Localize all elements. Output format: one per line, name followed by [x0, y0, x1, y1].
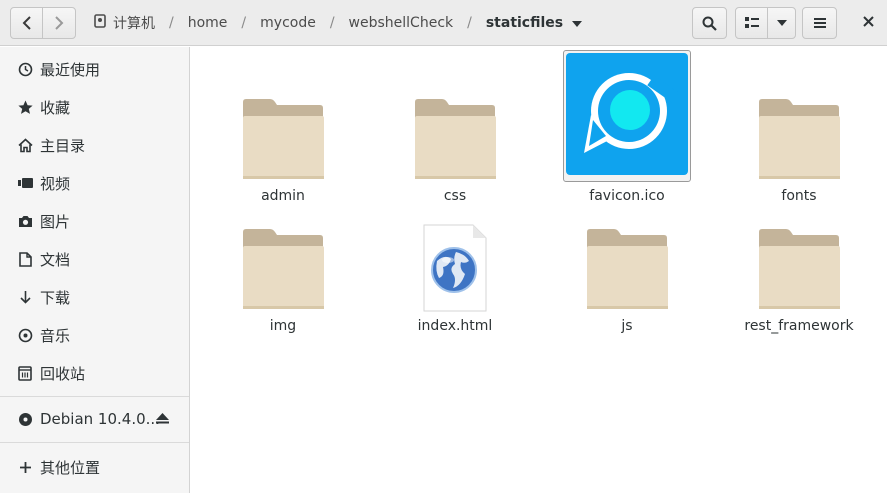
eject-icon[interactable] [156, 410, 169, 428]
html-file-icon [391, 184, 519, 312]
sidebar-item-label: 文档 [40, 250, 71, 269]
sidebar-item-label: 其他位置 [40, 458, 101, 477]
go-next-icon [54, 16, 64, 30]
download-icon [17, 289, 33, 305]
sidebar-item-label: 音乐 [40, 326, 71, 345]
search-icon [702, 16, 717, 31]
go-previous-icon [22, 16, 32, 30]
star-icon [17, 99, 33, 115]
sidebar-item-label: 收藏 [40, 98, 71, 117]
sidebar-item-videos[interactable]: 视频 [0, 164, 189, 202]
sidebar-item-label: 最近使用 [40, 60, 101, 79]
breadcrumb-separator: / [467, 15, 472, 31]
sidebar-item-label: 图片 [40, 212, 71, 231]
sidebar-item-trash[interactable]: 回收站 [0, 354, 189, 392]
drive-icon [94, 14, 106, 32]
file-label: js [621, 318, 633, 334]
image-thumbnail-icon [563, 50, 691, 182]
breadcrumb-home[interactable]: home [186, 7, 230, 39]
file-item-rest-framework[interactable]: rest_framework [729, 184, 869, 334]
thumbnail-frame [563, 50, 691, 182]
sidebar-item-starred[interactable]: 收藏 [0, 88, 189, 126]
back-button[interactable] [10, 7, 43, 39]
disc-icon [17, 411, 33, 427]
camera-icon [17, 213, 33, 229]
sidebar-divider [0, 442, 189, 443]
breadcrumb-label: webshellCheck [348, 15, 454, 31]
music-icon [17, 327, 33, 343]
home-icon [17, 137, 33, 153]
file-item-index-html[interactable]: index.html [385, 184, 525, 334]
breadcrumb-label: home [187, 15, 228, 31]
sidebar-item-recent[interactable]: 最近使用 [0, 50, 189, 88]
sidebar-item-label: 下载 [40, 288, 71, 307]
file-item-admin[interactable]: admin [213, 54, 353, 204]
list-view-icon [744, 17, 759, 29]
video-icon [17, 175, 33, 191]
sidebar-item-documents[interactable]: 文档 [0, 240, 189, 278]
plus-icon [17, 459, 33, 475]
close-icon [862, 15, 874, 31]
file-item-css[interactable]: css [385, 54, 525, 204]
breadcrumb: 计算机 / home / mycode / webshellCheck / st… [92, 7, 584, 39]
sidebar-item-downloads[interactable]: 下载 [0, 278, 189, 316]
main-menu-button[interactable] [802, 7, 837, 39]
breadcrumb-label: mycode [260, 15, 316, 31]
sidebar-item-device[interactable]: Debian 10.4.0... [0, 400, 189, 438]
sidebar-item-music[interactable]: 音乐 [0, 316, 189, 354]
sidebar-item-home[interactable]: 主目录 [0, 126, 189, 164]
breadcrumb-separator: / [329, 15, 335, 31]
folder-icon [735, 54, 863, 182]
view-options-button[interactable] [767, 7, 796, 39]
sidebar-item-pictures[interactable]: 图片 [0, 202, 189, 240]
trash-icon [17, 365, 33, 381]
breadcrumb-separator: / [169, 15, 174, 31]
file-grid: admin css favicon.ico fonts img index.ht… [191, 47, 887, 493]
breadcrumb-label: 计算机 [113, 16, 155, 32]
breadcrumb-separator: / [241, 15, 247, 31]
sidebar-item-label: 视频 [40, 174, 71, 193]
clock-icon [17, 61, 33, 77]
chevron-down-icon [776, 20, 787, 26]
sidebar-item-label: Debian 10.4.0... [40, 410, 160, 428]
sidebar: 最近使用 收藏 主目录 视频 图片 文档 下载 音乐 回收站 Debian 10… [0, 47, 190, 493]
close-button[interactable] [853, 7, 883, 39]
folder-icon [219, 54, 347, 182]
chevron-down-icon [572, 15, 583, 31]
file-label: index.html [417, 318, 493, 334]
sidebar-divider [0, 396, 189, 397]
file-item-img[interactable]: img [213, 184, 353, 334]
breadcrumb-label: staticfiles [485, 15, 564, 31]
folder-icon [735, 184, 863, 312]
file-label: img [269, 318, 297, 334]
file-item-js[interactable]: js [557, 184, 697, 334]
forward-button[interactable] [42, 7, 76, 39]
sidebar-item-label: 回收站 [40, 364, 86, 383]
folder-icon [219, 184, 347, 312]
breadcrumb-computer[interactable]: 计算机 [92, 7, 157, 39]
breadcrumb-mycode[interactable]: mycode [258, 7, 318, 39]
folder-icon [563, 184, 691, 312]
document-icon [17, 251, 33, 267]
breadcrumb-staticfiles[interactable]: staticfiles [484, 7, 584, 39]
hamburger-menu-icon [813, 17, 826, 29]
view-toggle-button[interactable] [735, 7, 768, 39]
folder-icon [391, 54, 519, 182]
sidebar-item-label: 主目录 [40, 136, 86, 155]
header-bar: 计算机 / home / mycode / webshellCheck / st… [0, 0, 887, 46]
file-item-fonts[interactable]: fonts [729, 54, 869, 204]
sidebar-item-other-locations[interactable]: 其他位置 [0, 448, 189, 486]
file-label: rest_framework [744, 318, 854, 334]
search-button[interactable] [692, 7, 727, 39]
breadcrumb-webshellcheck[interactable]: webshellCheck [347, 7, 456, 39]
file-item-favicon[interactable]: favicon.ico [557, 50, 697, 204]
